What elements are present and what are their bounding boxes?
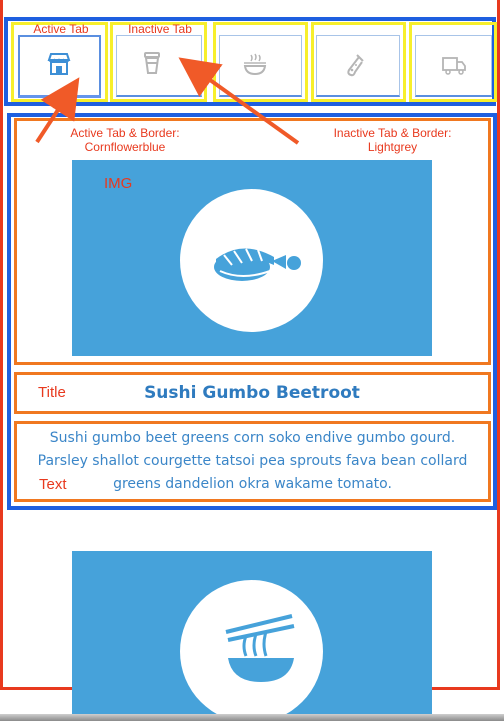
annotation-active-border: Active Tab & Border: Cornflowerblue <box>45 126 205 154</box>
tab-coffee[interactable] <box>116 35 202 97</box>
coffee-cup-icon <box>144 52 160 74</box>
annotation-text: Text <box>39 476 67 493</box>
tab-flask[interactable] <box>316 35 400 97</box>
annotation-inactive-tab: Inactive Tab <box>128 22 192 36</box>
annotation-inactive-border-line2: Lightgrey <box>367 140 418 154</box>
tab-delivery[interactable] <box>415 35 492 97</box>
annotation-inactive-border: Inactive Tab & Border: Lightgrey <box>310 126 475 154</box>
sushi-icon <box>214 248 301 281</box>
card-text: Sushi gumbo beet greens corn soko endive… <box>37 430 468 492</box>
tab-food[interactable] <box>219 35 302 97</box>
card-title: Sushi Gumbo Beetroot <box>144 383 360 403</box>
annotation-img: IMG <box>104 175 133 192</box>
flask-icon <box>347 54 364 77</box>
active-tab-underline <box>18 95 101 98</box>
annotation-active-border-line1: Active Tab & Border: <box>70 126 180 140</box>
annotation-active-border-line2: Cornflowerblue <box>84 140 166 154</box>
next-card-image <box>72 551 432 723</box>
store-icon <box>47 53 71 75</box>
bottom-edge <box>0 714 504 721</box>
annotation-active-tab: Active Tab <box>33 22 89 36</box>
food-bowl-icon <box>243 53 267 76</box>
noodles-icon <box>225 614 295 682</box>
tab-store[interactable] <box>18 35 101 97</box>
truck-icon <box>442 57 466 75</box>
annotation-inactive-border-line1: Inactive Tab & Border: <box>333 126 452 140</box>
